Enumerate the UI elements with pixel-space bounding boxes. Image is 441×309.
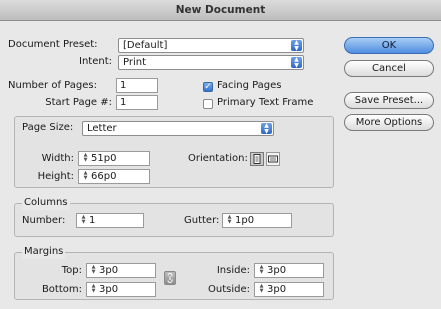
save-preset-button[interactable]: Save Preset... <box>344 92 434 109</box>
bottom-margin-label: Bottom: <box>41 284 82 295</box>
height-label: Height: <box>37 171 74 182</box>
start-page-field[interactable]: 1 <box>116 95 158 110</box>
ok-button[interactable]: OK <box>344 37 434 54</box>
gutter-value: 1p0 <box>235 215 255 226</box>
document-preset-label: Document Preset: <box>8 39 98 50</box>
gutter-label: Gutter: <box>184 215 220 226</box>
number-of-pages-label: Number of Pages: <box>8 80 97 91</box>
top-margin-label: Top: <box>61 265 82 276</box>
stepper-icon[interactable]: ▲ ▼ <box>82 171 89 181</box>
primary-text-frame-label: Primary Text Frame <box>217 97 314 108</box>
bottom-margin-field[interactable]: ▲ ▼ 3p0 <box>86 282 156 297</box>
width-label: Width: <box>41 153 74 164</box>
stepper-icon[interactable]: ▲ ▼ <box>258 284 265 294</box>
primary-text-frame-checkbox[interactable] <box>203 99 213 109</box>
cancel-button[interactable]: Cancel <box>344 60 434 77</box>
stepper-icon[interactable]: ▲ ▼ <box>90 265 97 275</box>
columns-legend: Columns <box>22 196 70 210</box>
updown-arrows-icon: ▲ ▼ <box>291 57 302 68</box>
stepper-icon[interactable]: ▲ ▼ <box>258 265 265 275</box>
stepper-icon[interactable]: ▲ ▼ <box>226 215 233 225</box>
updown-arrows-icon: ▲ ▼ <box>261 123 272 134</box>
width-field[interactable]: ▲ ▼ 51p0 <box>78 151 150 166</box>
stepper-icon[interactable]: ▲ ▼ <box>80 215 87 225</box>
outside-margin-label: Outside: <box>208 284 250 295</box>
chain-link-icon[interactable] <box>164 271 176 285</box>
columns-number-value: 1 <box>89 215 96 226</box>
height-value: 66p0 <box>91 171 117 182</box>
page-size-value: Letter <box>87 123 117 134</box>
columns-number-field[interactable]: ▲ ▼ 1 <box>76 213 144 228</box>
height-field[interactable]: ▲ ▼ 66p0 <box>78 169 150 184</box>
intent-label: Intent: <box>79 56 112 67</box>
number-of-pages-field[interactable]: 1 <box>116 78 158 93</box>
width-value: 51p0 <box>91 153 117 164</box>
document-preset-value: [Default] <box>123 40 168 51</box>
intent-select[interactable]: Print ▲ ▼ <box>118 55 304 70</box>
inside-margin-field[interactable]: ▲ ▼ 3p0 <box>254 263 324 278</box>
stepper-icon[interactable]: ▲ ▼ <box>82 153 89 163</box>
inside-margin-label: Inside: <box>216 265 250 276</box>
window-title: New Document <box>0 0 441 21</box>
facing-pages-label: Facing Pages <box>217 80 282 91</box>
orientation-label: Orientation: <box>188 153 248 164</box>
page-size-label: Page Size: <box>22 122 74 133</box>
more-options-button[interactable]: More Options <box>344 114 434 131</box>
columns-number-label: Number: <box>22 215 66 226</box>
bottom-margin-value: 3p0 <box>99 284 119 295</box>
inside-margin-value: 3p0 <box>267 265 287 276</box>
document-preset-select[interactable]: [Default] ▲ ▼ <box>118 38 304 53</box>
outside-margin-field[interactable]: ▲ ▼ 3p0 <box>254 282 324 297</box>
updown-arrows-icon: ▲ ▼ <box>291 40 302 51</box>
stepper-icon[interactable]: ▲ ▼ <box>90 284 97 294</box>
margins-legend: Margins <box>22 245 66 259</box>
top-margin-field[interactable]: ▲ ▼ 3p0 <box>86 263 156 278</box>
page-size-select[interactable]: Letter ▲ ▼ <box>82 121 274 136</box>
outside-margin-value: 3p0 <box>267 284 287 295</box>
gutter-field[interactable]: ▲ ▼ 1p0 <box>222 213 292 228</box>
landscape-orientation-icon[interactable] <box>266 152 280 166</box>
portrait-orientation-icon[interactable] <box>250 152 264 166</box>
facing-pages-checkbox[interactable]: ✓ <box>203 82 213 92</box>
start-page-label: Start Page #: <box>45 97 112 108</box>
top-margin-value: 3p0 <box>99 265 119 276</box>
intent-value: Print <box>123 57 147 68</box>
